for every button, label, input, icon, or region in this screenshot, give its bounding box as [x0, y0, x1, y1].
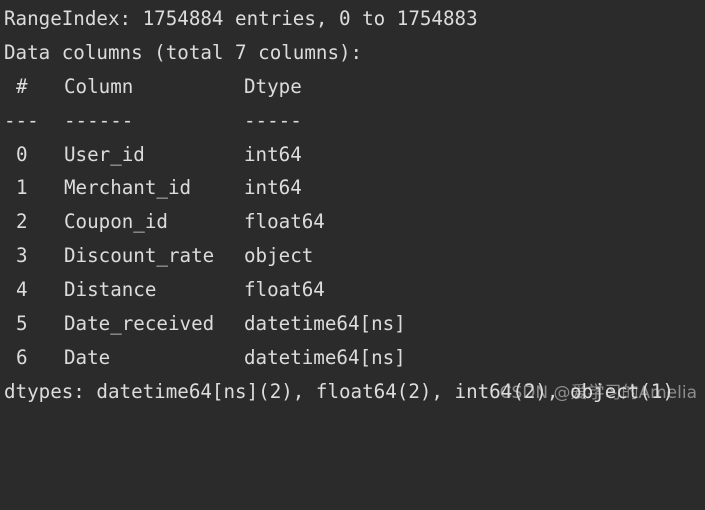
row-num: 5	[16, 312, 28, 336]
row-dtype: datetime64[ns]	[244, 345, 406, 369]
row-num: 0	[16, 142, 28, 166]
row-num: 2	[16, 210, 28, 234]
row-column: Date	[64, 345, 111, 369]
range-index-line: RangeIndex: 1754884 entries, 0 to 175488…	[4, 7, 478, 30]
separator-num: ---	[4, 108, 39, 132]
row-dtype: int64	[244, 142, 302, 166]
console-output: RangeIndex: 1754884 entries, 0 to 175488…	[4, 0, 705, 408]
row-column: Discount_rate	[64, 244, 215, 268]
row-num: 4	[16, 278, 28, 302]
row-column: User_id	[64, 142, 145, 166]
watermark: CSDN @爱学习的Amelia	[499, 383, 697, 403]
table-row: 3 Discount_rate object	[4, 239, 705, 273]
header-dtype: Dtype	[244, 74, 302, 98]
row-dtype: int64	[244, 176, 302, 200]
separator-dtype: -----	[244, 108, 302, 132]
table-row: 4 Distance float64	[4, 273, 705, 307]
table-row: 6 Date datetime64[ns]	[4, 341, 705, 375]
header-num: #	[16, 74, 28, 98]
table-row: 5 Date_received datetime64[ns]	[4, 307, 705, 341]
row-num: 6	[16, 345, 28, 369]
row-column: Distance	[64, 278, 157, 302]
table-separator: --- ------ -----	[4, 104, 705, 138]
row-column: Coupon_id	[64, 210, 168, 234]
table-row: 1 Merchant_id int64	[4, 171, 705, 205]
data-columns-line: Data columns (total 7 columns):	[4, 40, 363, 64]
table-row: 0 User_id int64	[4, 138, 705, 172]
row-num: 1	[16, 176, 28, 200]
row-dtype: float64	[244, 278, 325, 302]
separator-column: ------	[64, 108, 134, 132]
table-header: # Column Dtype	[4, 70, 705, 104]
table-row: 2 Coupon_id float64	[4, 205, 705, 239]
header-column: Column	[64, 74, 134, 98]
row-dtype: object	[244, 244, 314, 268]
row-column: Date_received	[64, 312, 215, 336]
row-dtype: datetime64[ns]	[244, 312, 406, 336]
row-column: Merchant_id	[64, 176, 192, 200]
row-num: 3	[16, 244, 28, 268]
row-dtype: float64	[244, 210, 325, 234]
